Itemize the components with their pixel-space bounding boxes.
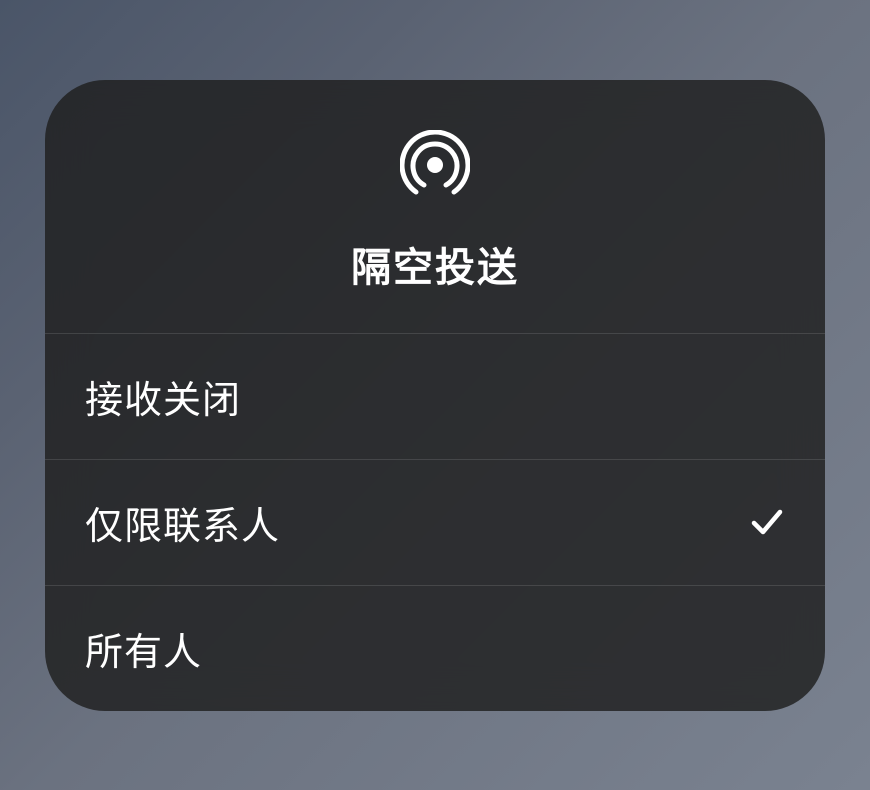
option-receiving-off[interactable]: 接收关闭 (45, 334, 825, 460)
option-label: 所有人 (85, 621, 202, 676)
option-label: 仅限联系人 (85, 495, 280, 550)
option-list: 接收关闭 仅限联系人 所有人 (45, 334, 825, 711)
airdrop-settings-panel: 隔空投送 接收关闭 仅限联系人 所有人 (45, 80, 825, 711)
airdrop-icon (400, 130, 470, 205)
option-contacts-only[interactable]: 仅限联系人 (45, 460, 825, 586)
option-label: 接收关闭 (85, 369, 241, 424)
panel-title: 隔空投送 (351, 235, 519, 293)
option-everyone[interactable]: 所有人 (45, 586, 825, 711)
checkmark-icon (749, 504, 785, 540)
panel-header: 隔空投送 (45, 80, 825, 334)
